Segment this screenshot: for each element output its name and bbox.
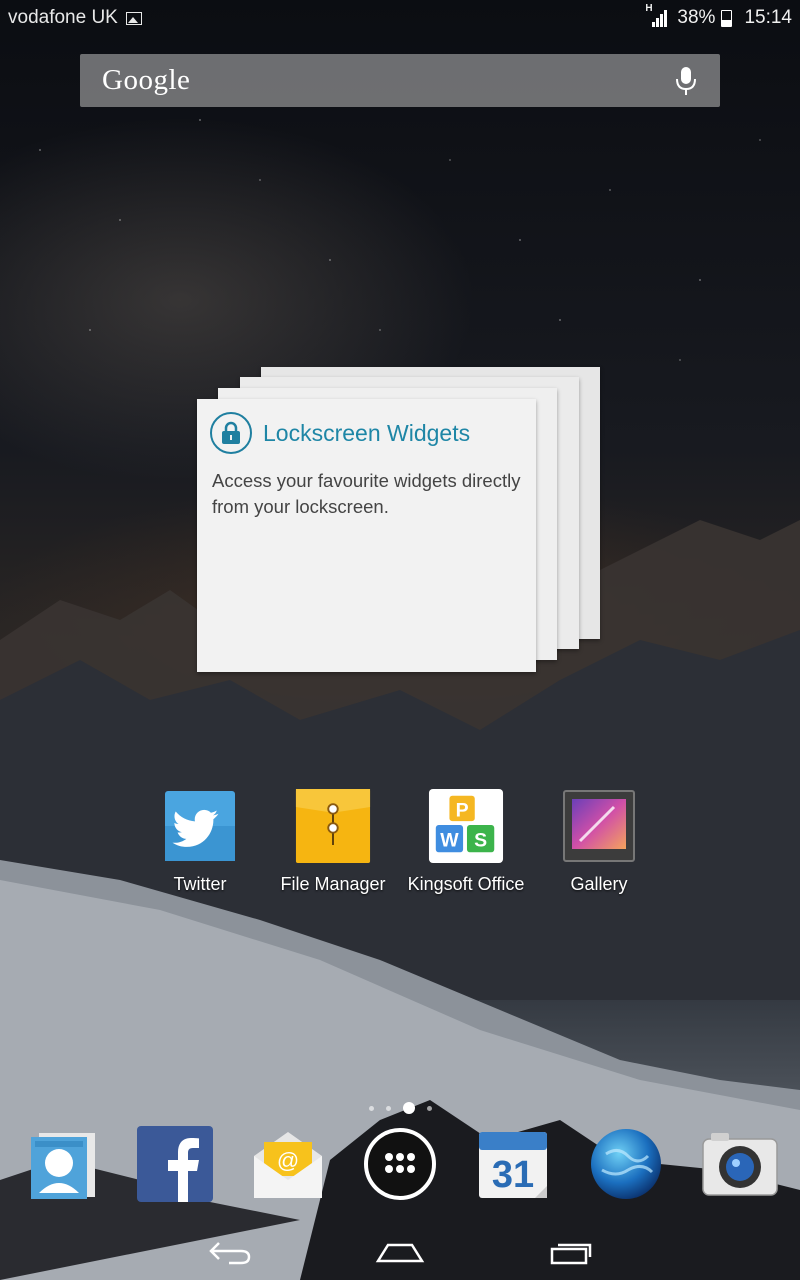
clock: 15:14: [744, 7, 792, 28]
app-label: Kingsoft Office: [407, 874, 525, 894]
page-indicator: [0, 1102, 800, 1114]
back-icon[interactable]: [195, 1234, 265, 1270]
page-dot: [426, 1105, 432, 1111]
widget-header: Lockscreen Widgets: [210, 412, 470, 454]
page-dot: [368, 1105, 374, 1111]
kingsoft-office-icon[interactable]: P W S: [428, 788, 504, 864]
facebook-icon[interactable]: [135, 1124, 215, 1204]
google-search-bar[interactable]: Google: [80, 54, 720, 107]
page-dot: [385, 1105, 391, 1111]
app-twitter[interactable]: Twitter: [130, 788, 270, 895]
battery-icon: [721, 9, 733, 27]
app-kingsoft-office[interactable]: P W S Kingsoft Office: [396, 788, 536, 895]
app-label: File Manager: [280, 874, 386, 894]
widget-title: Lockscreen Widgets: [263, 419, 471, 446]
app-label: Twitter: [173, 874, 227, 894]
gallery-icon[interactable]: [561, 788, 637, 864]
app-label: Gallery: [570, 874, 628, 894]
globe-icon[interactable]: [586, 1124, 666, 1204]
lock-icon: [210, 412, 252, 454]
widget-description: Access your favourite widgets directly f…: [212, 470, 521, 517]
navigation-bar: [0, 1224, 800, 1280]
battery-percent: 38%: [677, 7, 716, 28]
svg-text:@: @: [277, 1148, 299, 1173]
twitter-icon[interactable]: [162, 788, 238, 864]
home-icon[interactable]: [365, 1234, 435, 1270]
email-icon[interactable]: @: [248, 1124, 328, 1204]
app-file-manager[interactable]: File Manager: [263, 788, 403, 895]
carrier-name: vodafone UK: [8, 7, 118, 28]
dock: @ 31: [0, 1124, 800, 1204]
image-notification-icon: [125, 11, 142, 25]
microphone-icon[interactable]: [674, 65, 698, 97]
camera-icon[interactable]: [700, 1124, 780, 1204]
status-right: H 38% 15:14: [645, 3, 800, 29]
svg-text:W: W: [440, 829, 459, 851]
widget-card-front[interactable]: Lockscreen Widgets Access your favourite…: [197, 399, 536, 672]
svg-text:P: P: [456, 799, 469, 821]
status-bar: vodafone UK H 38% 15:14: [0, 0, 800, 36]
recents-icon[interactable]: [536, 1234, 606, 1270]
svg-text:S: S: [474, 829, 487, 851]
app-drawer-icon[interactable]: [360, 1124, 440, 1204]
contacts-icon[interactable]: [22, 1124, 102, 1204]
signal-icon: H: [645, 3, 671, 28]
lockscreen-widgets-card[interactable]: Lockscreen Widgets Access your favourite…: [197, 367, 600, 672]
google-logo: Google: [102, 64, 191, 96]
file-manager-icon[interactable]: [295, 788, 371, 864]
app-gallery[interactable]: Gallery: [529, 788, 669, 895]
page-dot-active: [402, 1102, 415, 1114]
calendar-day: 31: [491, 1154, 535, 1196]
calendar-icon[interactable]: 31: [473, 1124, 553, 1204]
status-left: vodafone UK: [0, 7, 142, 29]
